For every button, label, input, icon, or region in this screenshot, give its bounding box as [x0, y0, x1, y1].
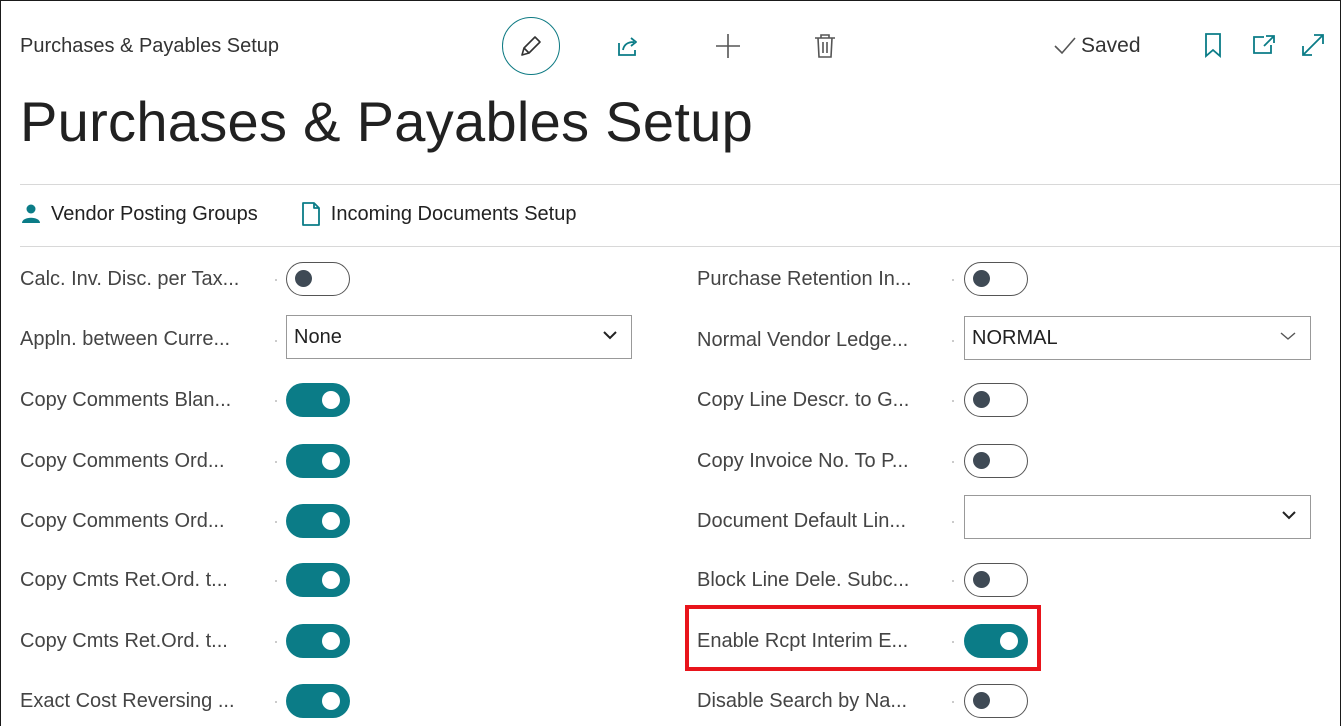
field-document-default-line: Document Default Lin...: [697, 501, 906, 541]
copy-comments-blanket-toggle[interactable]: [286, 383, 350, 417]
field-exact-cost-reversing: Exact Cost Reversing ...: [20, 681, 235, 721]
field-purchase-retention: Purchase Retention In...: [697, 259, 912, 299]
field-calc-inv-disc: Calc. Inv. Disc. per Tax...: [20, 259, 239, 299]
copy-cmts-ret-ord-1-toggle[interactable]: [286, 563, 350, 597]
field-label: Copy Invoice No. To P...: [697, 449, 909, 472]
trash-icon: [815, 34, 835, 58]
field-label: Copy Comments Blan...: [20, 388, 232, 411]
chevron-down-icon: [1282, 511, 1296, 520]
field-copy-comments-order-2: Copy Comments Ord...: [20, 501, 225, 541]
field-label: Copy Comments Ord...: [20, 509, 225, 532]
title-divider: [20, 184, 1340, 185]
open-new-window-button[interactable]: [1249, 30, 1279, 60]
purchase-retention-toggle[interactable]: [964, 262, 1028, 296]
page-title: Purchases & Payables Setup: [20, 90, 754, 153]
incoming-documents-setup-label: Incoming Documents Setup: [330, 202, 577, 225]
breadcrumb[interactable]: Purchases & Payables Setup: [20, 35, 279, 58]
field-label: Copy Comments Ord...: [20, 449, 225, 472]
document-icon: [301, 202, 320, 226]
select-value: NORMAL: [972, 326, 1058, 349]
enable-rcpt-interim-toggle[interactable]: [964, 624, 1028, 658]
actions-divider: [20, 246, 1340, 247]
field-label: Copy Cmts Ret.Ord. t...: [20, 629, 228, 652]
check-icon: [1054, 37, 1076, 55]
delete-button[interactable]: [796, 19, 854, 73]
edit-button[interactable]: [502, 17, 560, 75]
field-label: Purchase Retention In...: [697, 267, 912, 290]
document-default-line-select[interactable]: [964, 495, 1311, 539]
field-copy-invoice-no: Copy Invoice No. To P...: [697, 441, 909, 481]
page-frame: Purchases & Payables Setup Saved Purchas…: [0, 0, 1341, 726]
add-button[interactable]: [699, 19, 757, 73]
appln-between-currencies-select[interactable]: None: [286, 315, 632, 359]
expand-icon: [1302, 34, 1324, 56]
field-copy-cmts-ret-ord-1: Copy Cmts Ret.Ord. t...: [20, 560, 228, 600]
field-label: Document Default Lin...: [697, 509, 906, 532]
header-bar: Purchases & Payables Setup Saved: [1, 1, 1340, 91]
chevron-down-icon: [1280, 332, 1296, 340]
field-label: Exact Cost Reversing ...: [20, 689, 235, 712]
normal-vendor-ledger-select[interactable]: NORMAL: [964, 316, 1311, 360]
copy-invoice-no-toggle[interactable]: [964, 444, 1028, 478]
block-line-dele-toggle[interactable]: [964, 563, 1028, 597]
bookmark-button[interactable]: [1198, 30, 1228, 60]
share-button[interactable]: [599, 19, 657, 73]
field-copy-comments-order-1: Copy Comments Ord...: [20, 441, 225, 481]
saved-label: Saved: [1081, 34, 1141, 57]
field-copy-comments-blanket: Copy Comments Blan...: [20, 380, 231, 420]
field-label: Calc. Inv. Disc. per Tax...: [20, 267, 240, 290]
copy-comments-order-1-toggle[interactable]: [286, 444, 350, 478]
open-new-window-icon: [1253, 35, 1275, 54]
plus-icon: [716, 34, 740, 58]
field-label: Copy Line Descr. to G...: [697, 388, 910, 411]
field-copy-line-descr: Copy Line Descr. to G...: [697, 380, 909, 420]
expand-button[interactable]: [1298, 30, 1328, 60]
chevron-down-icon: [603, 331, 617, 340]
calc-inv-disc-toggle[interactable]: [286, 262, 350, 296]
disable-search-by-name-toggle[interactable]: [964, 684, 1028, 718]
bookmark-icon: [1205, 33, 1221, 58]
vendor-posting-groups-label: Vendor Posting Groups: [51, 202, 258, 225]
field-disable-search-by-name: Disable Search by Na...: [697, 681, 907, 721]
field-appln-between-currencies: Appln. between Curre...: [20, 319, 230, 359]
copy-cmts-ret-ord-2-toggle[interactable]: [286, 624, 350, 658]
field-label: Block Line Dele. Subc...: [697, 568, 910, 591]
select-value: None: [294, 325, 342, 348]
field-block-line-dele: Block Line Dele. Subc...: [697, 560, 909, 600]
field-label: Enable Rcpt Interim E...: [697, 629, 909, 652]
action-bar: Vendor Posting Groups Incoming Documents…: [20, 201, 618, 227]
field-copy-cmts-ret-ord-2: Copy Cmts Ret.Ord. t...: [20, 621, 228, 661]
person-icon: [22, 204, 40, 223]
copy-comments-order-2-toggle[interactable]: [286, 504, 350, 538]
share-icon: [618, 37, 637, 56]
field-label: Appln. between Curre...: [20, 327, 231, 350]
incoming-documents-setup-action[interactable]: Incoming Documents Setup: [300, 201, 577, 227]
saved-status: Saved: [1053, 34, 1141, 58]
field-label: Copy Cmts Ret.Ord. t...: [20, 568, 228, 591]
field-label: Normal Vendor Ledge...: [697, 328, 909, 351]
copy-line-descr-toggle[interactable]: [964, 383, 1028, 417]
pencil-icon: [521, 36, 541, 56]
field-enable-rcpt-interim: Enable Rcpt Interim E...: [697, 621, 908, 661]
field-normal-vendor-ledger: Normal Vendor Ledge...: [697, 320, 908, 360]
exact-cost-reversing-toggle[interactable]: [286, 684, 350, 718]
field-label: Disable Search by Na...: [697, 689, 908, 712]
vendor-posting-groups-action[interactable]: Vendor Posting Groups: [20, 203, 258, 226]
